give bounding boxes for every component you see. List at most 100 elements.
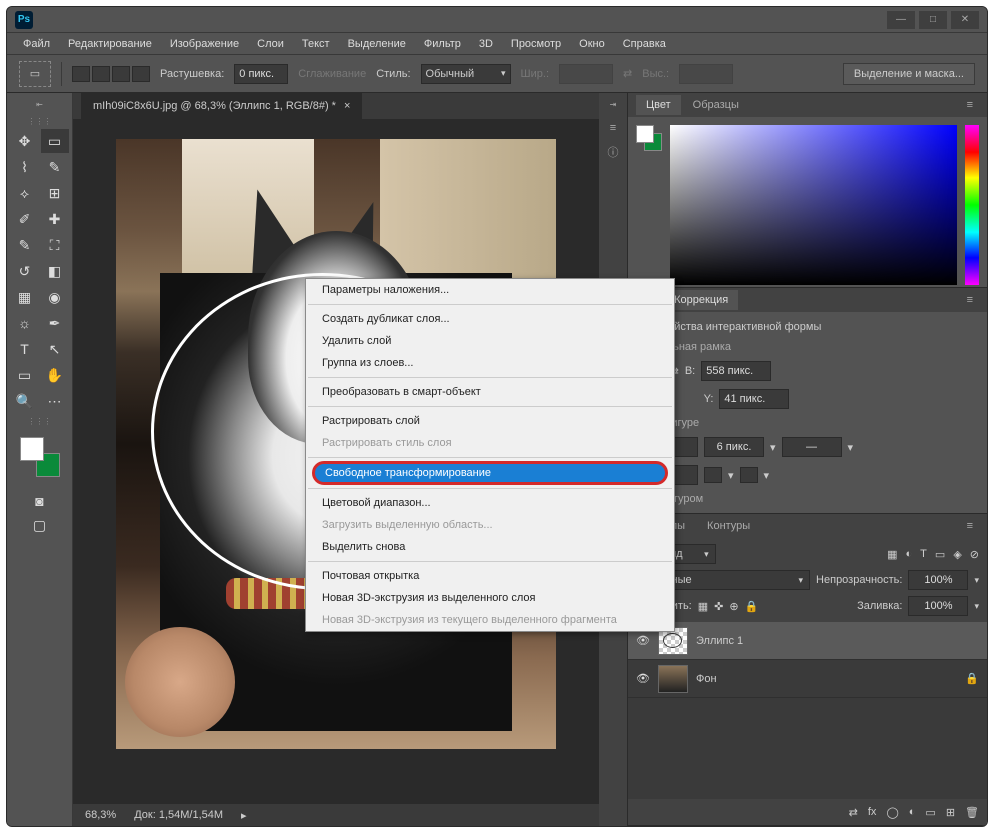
- menu-select[interactable]: Выделение: [340, 35, 414, 53]
- stroke-width[interactable]: 6 пикс.: [704, 437, 764, 457]
- menu-layers[interactable]: Слои: [249, 35, 292, 53]
- path-select-tool[interactable]: ↖: [41, 337, 69, 361]
- trash-icon[interactable]: 🗑: [965, 806, 979, 819]
- menu-help[interactable]: Справка: [615, 35, 674, 53]
- history-panel-icon[interactable]: ≡: [604, 119, 622, 137]
- mask-icon[interactable]: ◯: [886, 806, 898, 819]
- filter-toggle[interactable]: ⊘: [970, 548, 979, 561]
- context-menu-item[interactable]: Создать дубликат слоя...: [306, 308, 674, 330]
- menu-view[interactable]: Просмотр: [503, 35, 569, 53]
- color-swatch-mini[interactable]: [636, 125, 662, 151]
- quick-mask-tool[interactable]: ◙: [26, 489, 54, 513]
- eraser-tool[interactable]: ◧: [41, 259, 69, 283]
- maximize-button[interactable]: □: [919, 11, 947, 29]
- stroke-type[interactable]: —: [782, 437, 842, 457]
- menu-edit[interactable]: Редактирование: [60, 35, 160, 53]
- context-menu-item[interactable]: Цветовой диапазон...: [306, 492, 674, 514]
- menu-file[interactable]: Файл: [15, 35, 58, 53]
- context-menu-item[interactable]: Растрировать слой: [306, 410, 674, 432]
- panel-menu-icon[interactable]: ≡: [961, 99, 979, 111]
- type-tool[interactable]: T: [11, 337, 39, 361]
- frame-tool[interactable]: ⊞: [41, 181, 69, 205]
- quick-select-tool[interactable]: ✎: [41, 155, 69, 179]
- adjustment-icon[interactable]: ◐: [909, 806, 916, 818]
- tools-collapse[interactable]: ⇤: [31, 99, 49, 109]
- hue-slider[interactable]: [965, 125, 979, 285]
- color-field[interactable]: [670, 125, 957, 285]
- y-value[interactable]: 41 пикс.: [719, 389, 789, 409]
- context-menu-item[interactable]: Выделить снова: [306, 536, 674, 558]
- healing-tool[interactable]: ✚: [41, 207, 69, 231]
- new-layer-icon[interactable]: ⊞: [946, 806, 955, 819]
- edit-toolbar[interactable]: ⋯: [41, 389, 69, 413]
- shape-tool[interactable]: ▭: [11, 363, 39, 387]
- screen-mode-tool[interactable]: ▢: [26, 513, 54, 537]
- zoom-level[interactable]: 68,3%: [85, 809, 116, 821]
- tab-color[interactable]: Цвет: [636, 95, 681, 115]
- gradient-tool[interactable]: ▦: [11, 285, 39, 309]
- active-tool-preset[interactable]: ▭: [19, 61, 51, 87]
- context-menu-item[interactable]: Новая 3D-экструзия из выделенного слоя: [306, 587, 674, 609]
- context-menu-item[interactable]: Свободное трансформирование: [312, 461, 668, 485]
- context-menu-item[interactable]: Удалить слой: [306, 330, 674, 352]
- filter-smart-icon[interactable]: ◈: [953, 548, 961, 561]
- width-value[interactable]: 558 пикс.: [701, 361, 771, 381]
- pen-tool[interactable]: ✒: [41, 311, 69, 335]
- lasso-tool[interactable]: ⌇: [11, 155, 39, 179]
- select-and-mask-button[interactable]: Выделение и маска...: [843, 63, 975, 85]
- context-menu-item[interactable]: Преобразовать в смарт-объект: [306, 381, 674, 403]
- marquee-tool[interactable]: ▭: [41, 129, 69, 153]
- panel-menu-icon[interactable]: ≡: [961, 520, 979, 532]
- document-tab[interactable]: mIh09iC8x6U.jpg @ 68,3% (Эллипс 1, RGB/8…: [81, 93, 362, 119]
- group-icon[interactable]: ▭: [925, 806, 935, 819]
- layer-item-background[interactable]: 👁 Фон 🔒: [628, 660, 987, 698]
- style-select[interactable]: Обычный▾: [421, 64, 511, 84]
- selection-mode-icons[interactable]: [72, 66, 150, 82]
- fill-input[interactable]: 100%: [908, 596, 968, 616]
- menu-window[interactable]: Окно: [571, 35, 613, 53]
- lock-artboard-icon[interactable]: ⊕: [729, 600, 738, 613]
- filter-adjust-icon[interactable]: ◐: [906, 548, 913, 561]
- menu-3d[interactable]: 3D: [471, 35, 501, 53]
- feather-input[interactable]: 0 пикс.: [234, 64, 288, 84]
- zoom-tool[interactable]: 🔍: [11, 389, 39, 413]
- close-tab-icon[interactable]: ×: [344, 100, 350, 112]
- lock-pixels-icon[interactable]: ▦: [698, 600, 708, 613]
- menu-text[interactable]: Текст: [294, 35, 338, 53]
- color-swatches[interactable]: [20, 437, 60, 477]
- panels-collapse[interactable]: ⇥: [604, 99, 622, 109]
- layer-item-ellipse[interactable]: 👁 Эллипс 1: [628, 622, 987, 660]
- context-menu-item[interactable]: Почтовая открытка: [306, 565, 674, 587]
- history-brush-tool[interactable]: ↺: [11, 259, 39, 283]
- filter-type-icon[interactable]: T: [920, 548, 927, 561]
- panel-menu-icon[interactable]: ≡: [961, 294, 979, 306]
- tab-swatches[interactable]: Образцы: [683, 95, 749, 115]
- move-tool[interactable]: ✥: [11, 129, 39, 153]
- hand-tool[interactable]: ✋: [41, 363, 69, 387]
- fx-icon[interactable]: fx: [868, 806, 877, 818]
- info-panel-icon[interactable]: ⓘ: [604, 143, 622, 161]
- visibility-icon[interactable]: 👁: [636, 634, 650, 647]
- visibility-icon[interactable]: 👁: [636, 672, 650, 685]
- filter-pixel-icon[interactable]: ▦: [887, 548, 897, 561]
- context-menu-item[interactable]: Группа из слоев...: [306, 352, 674, 374]
- menu-image[interactable]: Изображение: [162, 35, 247, 53]
- layer-thumbnail[interactable]: [658, 665, 688, 693]
- eyedropper-tool[interactable]: ✐: [11, 207, 39, 231]
- lock-all-icon[interactable]: 🔒: [745, 600, 759, 613]
- opacity-input[interactable]: 100%: [908, 570, 968, 590]
- minimize-button[interactable]: —: [887, 11, 915, 29]
- dodge-tool[interactable]: ☼: [11, 311, 39, 335]
- stamp-tool[interactable]: ⛶: [41, 233, 69, 257]
- corner-icon[interactable]: [740, 467, 758, 483]
- context-menu-item[interactable]: Параметры наложения...: [306, 279, 674, 301]
- brush-tool[interactable]: ✎: [11, 233, 39, 257]
- menu-filter[interactable]: Фильтр: [416, 35, 469, 53]
- filter-shape-icon[interactable]: ▭: [935, 548, 945, 561]
- tab-correction[interactable]: Коррекция: [664, 290, 738, 310]
- blur-tool[interactable]: ◉: [41, 285, 69, 309]
- lock-position-icon[interactable]: ✜: [714, 600, 723, 613]
- tab-paths[interactable]: Контуры: [697, 516, 760, 536]
- crop-tool[interactable]: ⟡: [11, 181, 39, 205]
- link-layers-icon[interactable]: ⇄: [849, 806, 858, 819]
